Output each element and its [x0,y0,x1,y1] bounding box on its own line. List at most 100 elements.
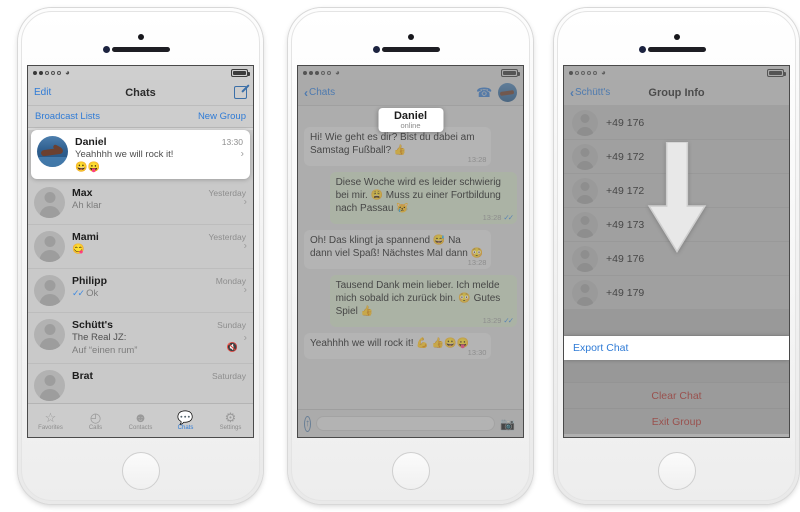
status-bar: ◕ [298,66,523,80]
message-time: 13:29 ✓✓ [483,316,514,326]
chat-time: Yesterday [208,231,247,242]
message-list: Daniel online Hi! Wie geht es dir? Bist … [298,106,523,421]
contact-status: online [400,121,421,130]
phone-2-screen: ◕ ‹ Chats ☎ Daniel online Hi! Wie geht e… [297,65,524,438]
back-button[interactable]: ‹ Schütt's [570,87,610,99]
time-text: 13:28 [482,213,502,223]
home-button[interactable] [121,452,160,490]
message-text: Oh! Das klingt ja spannend 😅 Na dann vie… [310,235,484,259]
chat-row-schuetts[interactable]: Schütt's Sunday The Real JZ: Auf “einen … [28,313,253,364]
back-label: Chats [309,87,336,98]
read-receipt-icon: ✓✓ [72,287,85,298]
chat-row-brat[interactable]: Brat Saturday [28,364,253,408]
status-bar: ◕ [564,66,789,80]
wifi-icon: ◕ [601,68,606,77]
member-number: +49 179 [606,286,645,299]
chat-name: Philipp [72,274,107,287]
earpiece-speaker [381,47,440,52]
group-member-row[interactable]: +49 179 [564,276,789,310]
message-text: Diese Woche wird es leider schwierig bei… [335,177,501,214]
exit-group-button[interactable]: Exit Group [564,408,789,434]
back-button[interactable]: ‹ Chats [304,87,335,99]
chat-preview-emoji: 😋 [72,243,85,255]
message-text: Hi! Wie geht es dir? Bist du dabei am Sa… [310,132,475,156]
nav-right-group: ☎ [476,83,517,102]
page-title: Chats [125,86,156,99]
chevron-right-icon: › [243,284,247,296]
tab-contacts[interactable]: ☻ Contacts [118,404,163,437]
star-icon: ☆ [44,409,57,425]
tab-settings[interactable]: ⚙ Settings [208,404,253,437]
more-dots-icon[interactable]: ⋮ [520,419,523,428]
front-camera-icon [137,34,144,40]
tab-calls[interactable]: ◴ Calls [73,404,118,437]
list-gap [564,360,789,382]
edit-button[interactable]: Edit [34,87,51,98]
member-number: +49 172 [606,150,645,163]
member-number: +49 172 [606,184,645,197]
chat-time: Monday [215,275,246,286]
contact-avatar[interactable] [498,83,517,102]
navigation-bar: ‹ Schütt's Group Info [564,80,789,106]
message-input[interactable] [316,416,495,431]
battery-icon [231,69,250,77]
tab-label: Settings [219,424,242,431]
chat-row-max[interactable]: Max Yesterday Ah klar › [28,181,253,225]
chevron-right-icon: › [243,240,247,252]
screenshot-stage: ◕ Edit Chats Broadcast Lists New Group D… [0,0,800,512]
chat-name: Brat [72,369,94,382]
chevron-left-icon: ‹ [570,85,574,100]
phone-call-icon[interactable]: ☎ [476,85,492,101]
avatar [572,245,598,272]
contact-title-popover: Daniel online [377,108,444,132]
avatar [34,230,65,262]
down-arrow-icon [647,142,706,254]
front-camera-icon [673,34,680,40]
chat-time: 13:30 [221,137,243,147]
avatar [37,136,68,167]
mute-icon: 🔇 [226,341,238,352]
chat-preview: Ok [86,287,99,299]
camera-icon[interactable]: 📷 [500,417,515,431]
status-bar: ◕ [28,66,253,80]
broadcast-bar: Broadcast Lists New Group [28,106,253,128]
earpiece-speaker [647,47,706,52]
member-number: +49 173 [606,218,645,231]
chat-name: Max [72,186,93,199]
message-bubble: Hi! Wie geht es dir? Bist du dabei am Sa… [304,127,492,166]
export-chat-button[interactable]: Export Chat [564,336,789,360]
phone-1-chats: ◕ Edit Chats Broadcast Lists New Group D… [18,8,263,504]
broadcast-lists-button[interactable]: Broadcast Lists [35,111,100,122]
signal-strength-icon [569,71,597,75]
phone-3-screen: ◕ ‹ Schütt's Group Info +49 176 +49 172 … [563,65,790,438]
compose-button[interactable] [234,86,247,99]
clear-chat-button[interactable]: Clear Chat [564,382,789,408]
chat-row-daniel[interactable]: Daniel 13:30 Yeahhhh we will rock it! 😀😛… [31,130,250,179]
home-button[interactable] [657,452,696,490]
chat-preview: Auf “einen rum” [72,344,138,356]
new-group-button[interactable]: New Group [198,111,246,122]
phone-3-group-info: ◕ ‹ Schütt's Group Info +49 176 +49 172 … [554,8,799,504]
chat-row-philipp[interactable]: Philipp Monday ✓✓ Ok › [28,269,253,313]
chat-name: Schütt's [72,318,114,331]
chat-time: Sunday [217,319,246,330]
signal-strength-icon [33,71,61,75]
battery-icon [767,69,786,77]
message-time: 13:30 [467,348,487,358]
tab-favorites[interactable]: ☆ Favorites [28,404,73,437]
chats-icon: 💬 [177,409,194,425]
group-member-row[interactable]: +49 176 [564,106,789,140]
avatar [572,177,598,204]
chat-name: Daniel [75,136,107,148]
proximity-sensor-icon [638,46,646,53]
message-text: Tausend Dank mein lieber. Ich melde mich… [335,280,501,317]
chevron-right-icon: › [240,148,244,160]
phone-1-screen: ◕ Edit Chats Broadcast Lists New Group D… [27,65,254,438]
chat-row-mami[interactable]: Mami Yesterday 😋 › [28,225,253,269]
upload-circle-icon[interactable]: ↑ [304,415,311,432]
tab-chats[interactable]: 💬 Chats [163,404,208,437]
settings-icon: ⚙ [224,409,237,425]
chat-preview-sender: The Real JZ: [72,331,127,343]
home-button[interactable] [391,452,430,490]
tab-label: Calls [88,424,103,431]
